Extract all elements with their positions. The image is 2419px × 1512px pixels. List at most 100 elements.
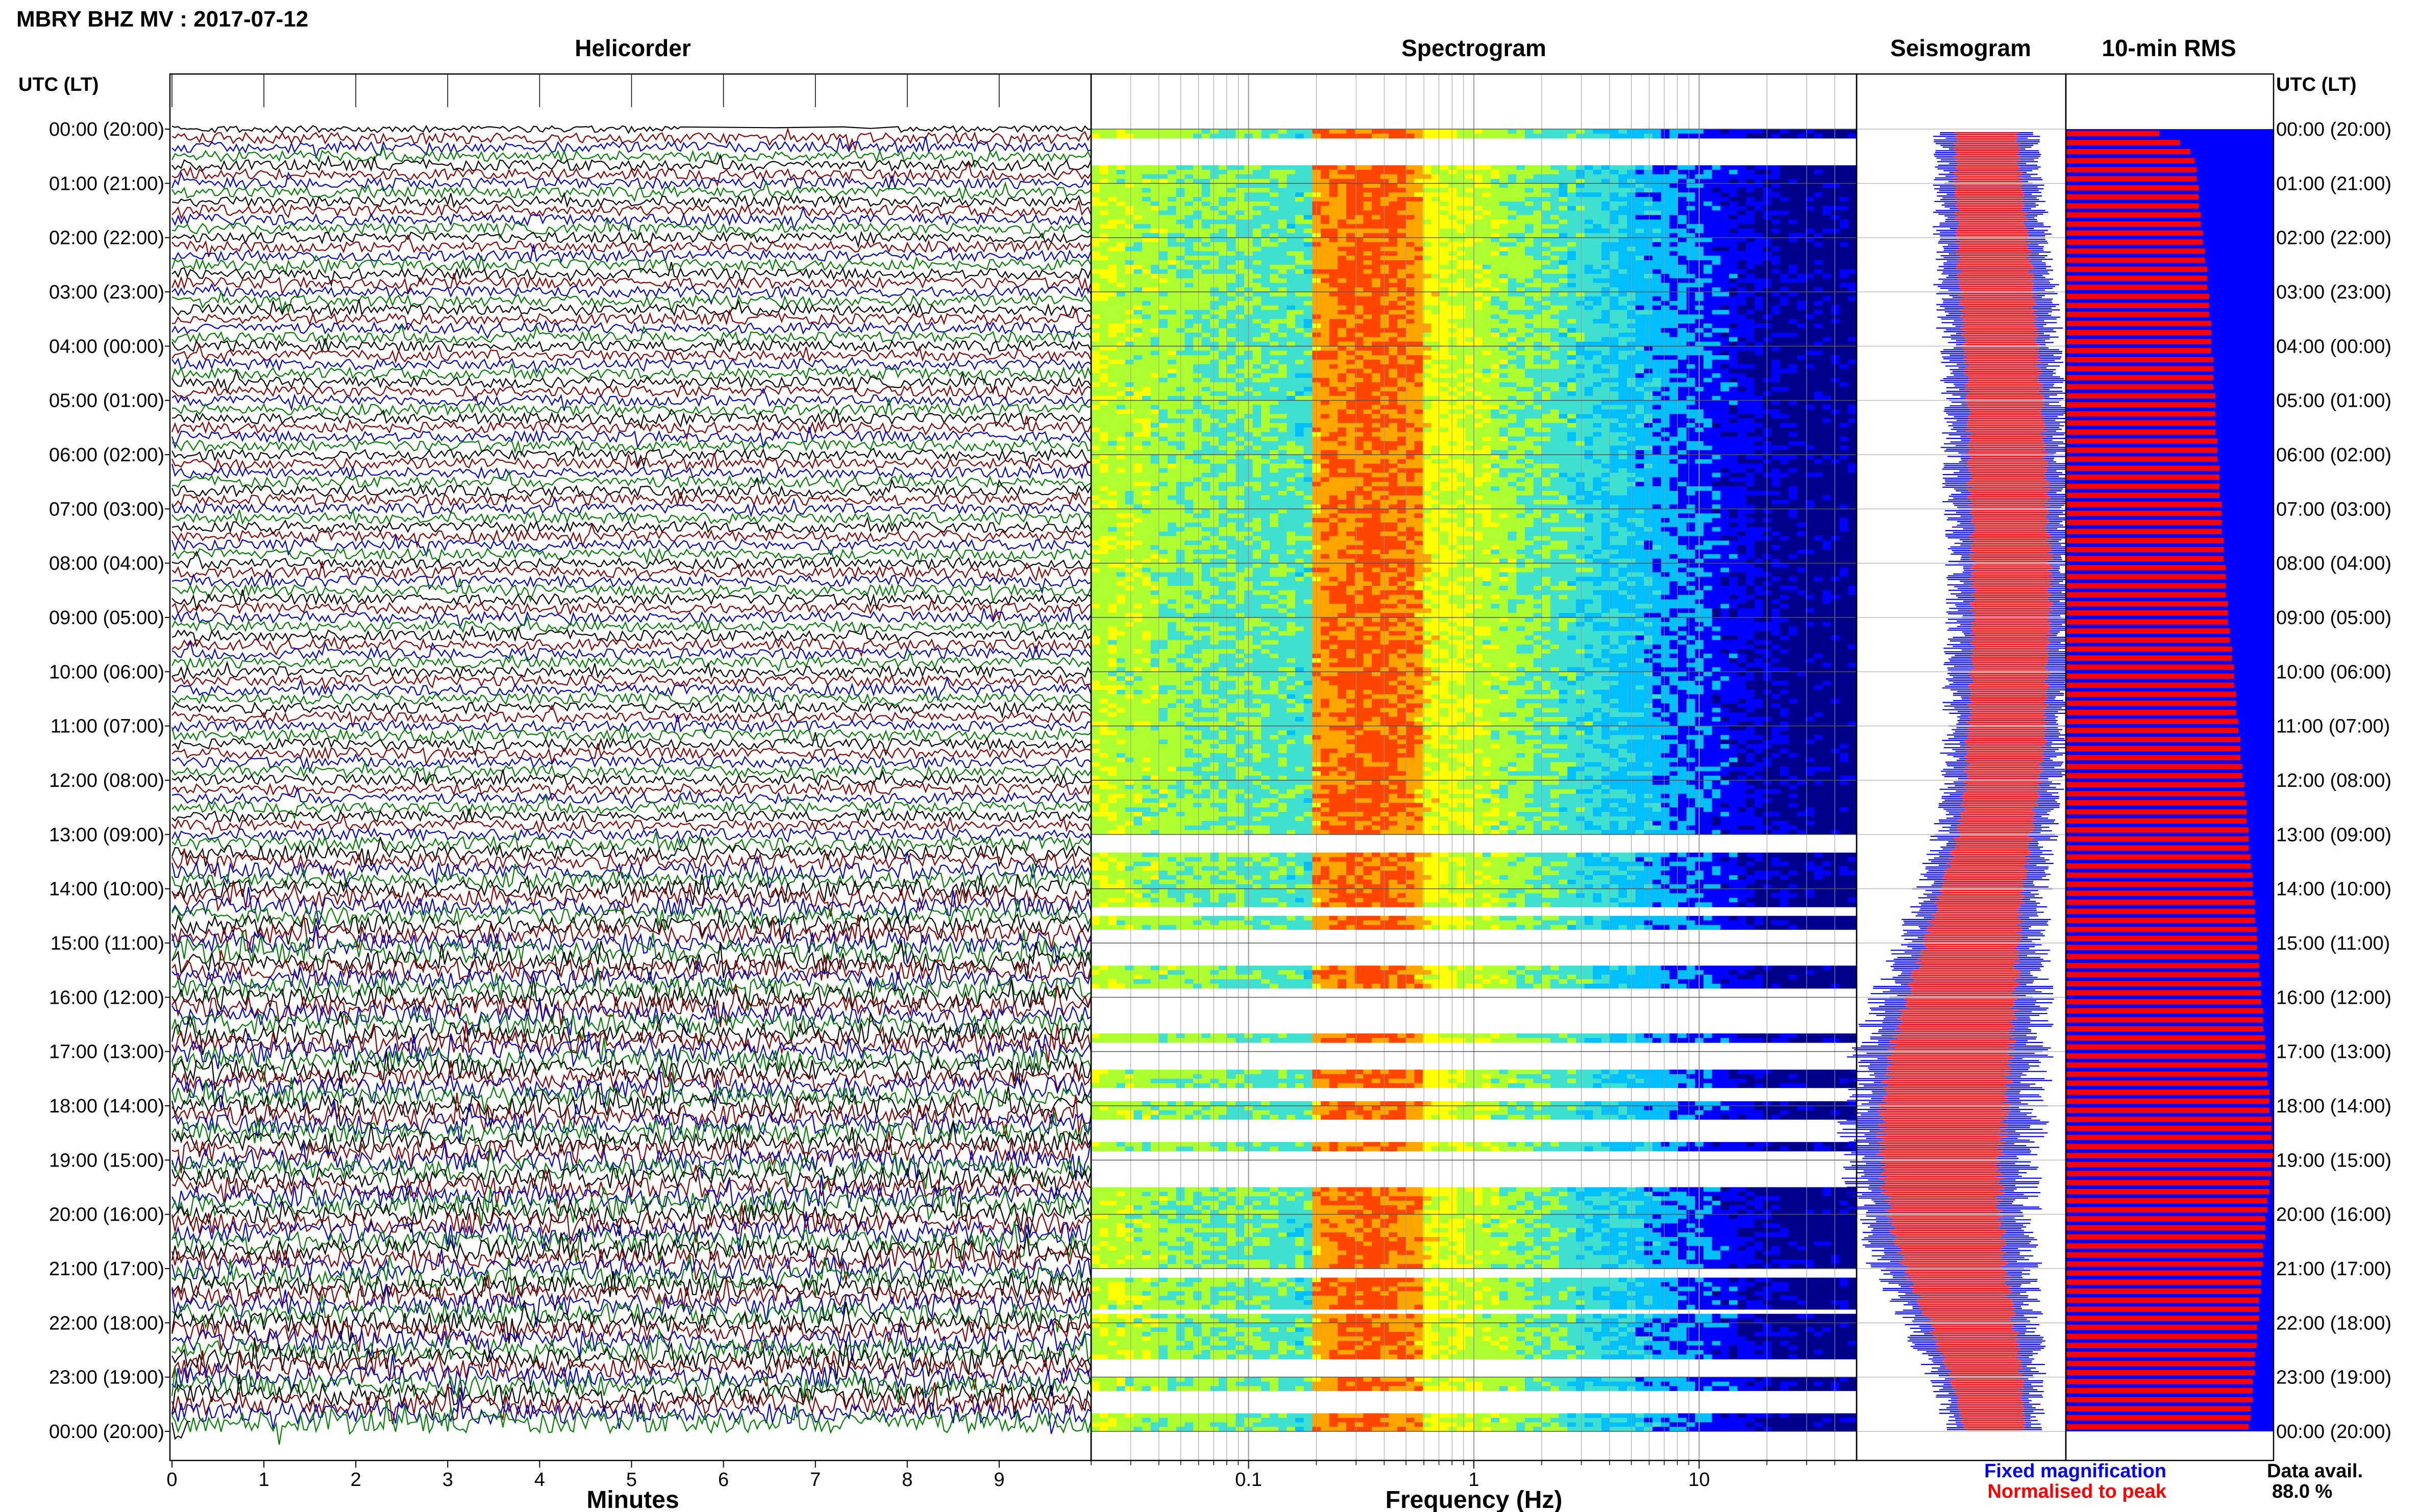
spectrogram-cell <box>1533 314 1543 319</box>
spectrogram-cell <box>1516 314 1525 319</box>
spectrogram-cell <box>1133 382 1143 387</box>
spectrogram-cell <box>1312 165 1321 170</box>
spectrogram-cell <box>1295 246 1304 252</box>
spectrogram-cell <box>1125 183 1134 188</box>
spectrogram-cell <box>1168 351 1177 356</box>
spectrogram-cell <box>1704 133 1713 139</box>
spectrogram-cell <box>1482 133 1492 139</box>
spectrogram-cell <box>1168 400 1177 406</box>
spectrogram-cell <box>1389 314 1398 319</box>
spectrogram-cell <box>1635 224 1645 229</box>
spectrogram-cell <box>1499 219 1509 225</box>
spectrogram-cell <box>1210 210 1219 215</box>
spectrogram-cell <box>1142 400 1151 406</box>
spectrogram-cell <box>1839 359 1849 365</box>
spectrogram-cell <box>1474 233 1483 238</box>
spectrogram-cell <box>1499 296 1509 302</box>
spectrogram-cell <box>1321 183 1330 188</box>
spectrogram-cell <box>1542 364 1551 369</box>
spectrogram-cell <box>1303 400 1313 406</box>
spectrogram-cell <box>1686 368 1696 374</box>
spectrogram-cell <box>1159 219 1168 225</box>
spectrogram-cell <box>1661 246 1670 252</box>
spectrogram-cell <box>1576 246 1585 252</box>
spectrogram-cell <box>1091 264 1100 270</box>
spectrogram-cell <box>1329 219 1339 225</box>
spectrogram-cell <box>1550 256 1560 261</box>
spectrogram-cell <box>1661 201 1670 207</box>
spectrogram-cell <box>1644 359 1653 365</box>
spectrogram-cell <box>1720 215 1730 220</box>
spectrogram-cell <box>1108 341 1117 346</box>
spectrogram-cell <box>1831 183 1840 188</box>
spectrogram-cell <box>1397 133 1406 139</box>
spectrogram-cell <box>1295 233 1304 238</box>
spectrogram-cell <box>1763 391 1772 396</box>
spectrogram-cell <box>1184 237 1194 243</box>
spectrogram-cell <box>1482 251 1492 256</box>
spectrogram-cell <box>1405 169 1415 175</box>
spectrogram-cell <box>1150 364 1160 369</box>
spectrogram-cell <box>1440 395 1449 401</box>
spectrogram-cell <box>1423 165 1432 170</box>
spectrogram-cell <box>1193 405 1202 410</box>
spectrogram-cell <box>1125 165 1134 170</box>
spectrogram-cell <box>1099 368 1109 374</box>
spectrogram-cell <box>1270 224 1279 229</box>
spectrogram-cell <box>1533 215 1543 220</box>
spectrogram-cell <box>1278 324 1288 329</box>
spectrogram-cell <box>1372 206 1381 211</box>
spectrogram-cell <box>1610 324 1619 329</box>
spectrogram-cell <box>1576 287 1585 292</box>
spectrogram-cell <box>1652 324 1662 329</box>
spectrogram-cell <box>1831 210 1840 215</box>
spectrogram-cell <box>1252 324 1262 329</box>
spectrogram-cell <box>1465 364 1474 369</box>
spectrogram-cell <box>1822 301 1832 306</box>
spectrogram-cell <box>1601 355 1611 360</box>
spectrogram-cell <box>1236 328 1245 333</box>
spectrogram-cell <box>1236 341 1245 346</box>
spectrogram-cell <box>1465 224 1474 229</box>
spectrogram-cell <box>1516 332 1525 338</box>
spectrogram-cell <box>1806 278 1815 283</box>
spectrogram-cell <box>1465 359 1474 365</box>
spectrogram-cell <box>1346 292 1355 297</box>
spectrogram-cell <box>1133 346 1143 351</box>
spectrogram-cell <box>1763 165 1772 170</box>
spectrogram-cell <box>1448 165 1458 170</box>
spectrogram-cell <box>1457 169 1466 175</box>
spectrogram-cell <box>1746 206 1755 211</box>
spectrogram-cell <box>1159 215 1168 220</box>
spectrogram-cell <box>1414 351 1423 356</box>
spectrogram-cell <box>1644 382 1653 387</box>
spectrogram-cell <box>1227 228 1237 234</box>
spectrogram-cell <box>1601 310 1611 315</box>
spectrogram-cell <box>1474 301 1483 306</box>
spectrogram-cell <box>1278 400 1288 406</box>
spectrogram-cell <box>1525 364 1534 369</box>
spectrogram-cell <box>1405 382 1415 387</box>
spectrogram-cell <box>1465 391 1474 396</box>
spectrogram-cell <box>1159 355 1168 360</box>
spectrogram-cell <box>1652 301 1662 306</box>
spectrogram-cell <box>1797 242 1806 247</box>
spectrogram-cell <box>1405 237 1415 243</box>
spectrogram-cell <box>1704 378 1713 383</box>
spectrogram-cell <box>1771 395 1781 401</box>
spectrogram-cell <box>1576 278 1585 283</box>
spectrogram-cell <box>1125 192 1134 197</box>
spectrogram-cell <box>1601 251 1611 256</box>
spectrogram-cell <box>1219 206 1228 211</box>
spectrogram-cell <box>1839 246 1849 252</box>
spectrogram-cell <box>1457 260 1466 265</box>
spectrogram-cell <box>1499 324 1509 329</box>
spectrogram-cell <box>1499 174 1509 180</box>
spectrogram-cell <box>1236 351 1245 356</box>
spectrogram-cell <box>1780 314 1789 319</box>
spectrogram-cell <box>1201 201 1211 207</box>
spectrogram-cell <box>1168 341 1177 346</box>
spectrogram-cell <box>1346 215 1355 220</box>
spectrogram-cell <box>1610 269 1619 275</box>
spectrogram-cell <box>1252 206 1262 211</box>
